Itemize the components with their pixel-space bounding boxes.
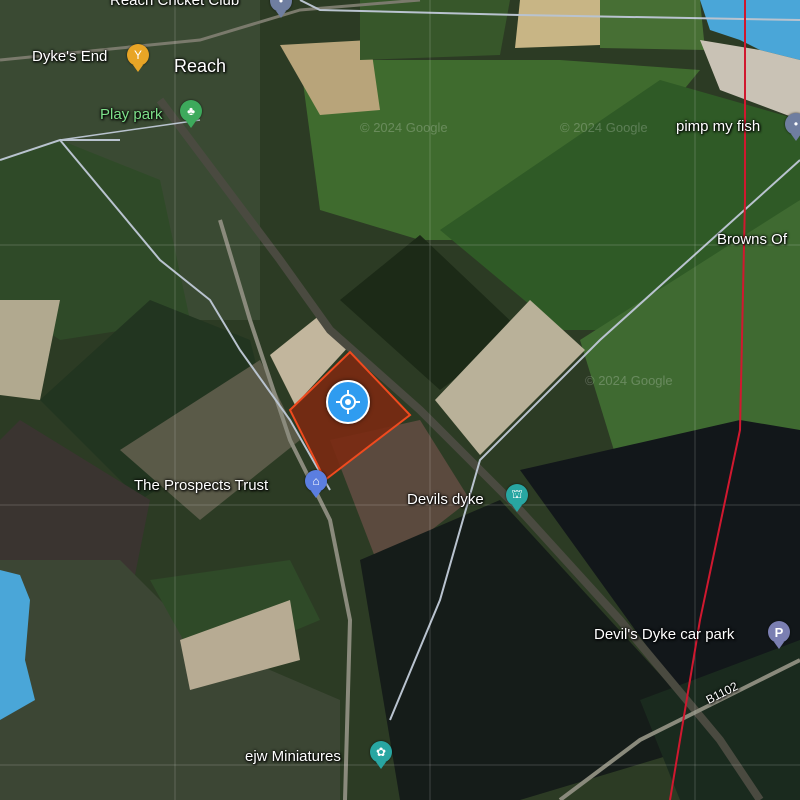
place-label-devils-dyke-car-park[interactable]: Devil's Dyke car park	[594, 626, 734, 643]
place-label-play-park[interactable]: Play park	[100, 106, 163, 123]
place-label-prospects-trust[interactable]: The Prospects Trust	[134, 477, 268, 494]
place-label-browns-of[interactable]: Browns Of	[717, 231, 787, 248]
map-watermark: © 2024 Google	[585, 373, 673, 388]
place-label-dykes-end[interactable]: Dyke's End	[32, 48, 107, 65]
shop-icon[interactable]: •	[785, 113, 800, 141]
pub-icon[interactable]: Y	[127, 44, 149, 72]
building-icon[interactable]: ⌂	[305, 470, 327, 498]
place-label-pimp-my-fish[interactable]: pimp my fish	[676, 118, 760, 135]
place-label-ejw-miniatures[interactable]: ejw Miniatures	[245, 748, 341, 765]
place-label-reach[interactable]: Reach	[174, 56, 226, 77]
landmark-icon[interactable]: ⛫	[506, 484, 528, 512]
map-watermark: © 2024 Google	[360, 120, 448, 135]
crosshair-icon	[336, 390, 360, 414]
satellite-map[interactable]: © 2024 Google © 2024 Google © 2024 Googl…	[0, 0, 800, 800]
place-label-cricket-club[interactable]: Reach Cricket Club	[110, 0, 239, 9]
place-label-devils-dyke[interactable]: Devils dyke	[407, 491, 484, 508]
parking-icon[interactable]: P	[768, 621, 790, 649]
map-watermark: © 2024 Google	[560, 120, 648, 135]
crosshair-icon[interactable]	[326, 380, 370, 424]
palette-icon[interactable]: ✿	[370, 741, 392, 769]
tree-icon[interactable]: ♣	[180, 100, 202, 128]
